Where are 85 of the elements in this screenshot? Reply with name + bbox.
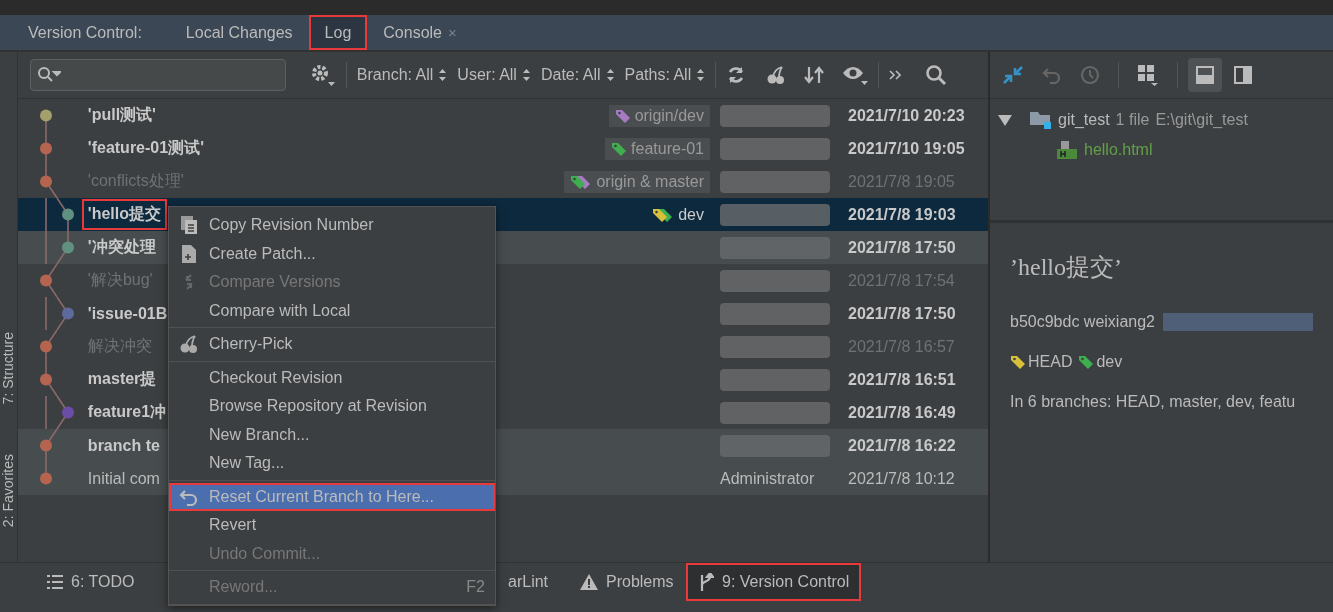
commit-hash-author: b50c9bdc weixiang2	[1010, 313, 1155, 331]
side-tool-tab[interactable]: 2: Favorites	[0, 454, 17, 528]
file-name: hello.html	[1084, 141, 1153, 159]
html-file-icon	[1056, 140, 1078, 160]
tree-node[interactable]: hello.html	[998, 135, 1325, 165]
menu-item[interactable]: Checkout Revision	[169, 363, 495, 392]
commit-date: 2021/7/8 16:49	[848, 403, 957, 422]
commit-title: ’hello提交’	[1010, 253, 1123, 282]
tag-icon	[570, 173, 593, 190]
search-icon	[36, 66, 61, 84]
menu-item[interactable]: Browse Repository at Revision	[169, 392, 495, 421]
folder-icon	[1030, 110, 1052, 130]
branch-icon	[698, 573, 714, 591]
commit-date: 2021/7/8 16:51	[848, 370, 957, 389]
warning-icon	[580, 574, 598, 590]
search-icon[interactable]	[925, 64, 948, 86]
tab[interactable]: Local Changes	[169, 15, 309, 50]
tree-node[interactable]: git_test 1 file E:\git\git_test	[998, 105, 1325, 135]
filter-dropdown[interactable]: User: All	[457, 66, 531, 84]
commit-date: 2021/7/8 17:50	[848, 238, 957, 257]
file-count: 1 file	[1115, 111, 1150, 129]
cherry-icon	[179, 334, 199, 355]
commit-author: Administrator	[720, 469, 816, 488]
commit-date: 2021/7/8 19:03	[848, 205, 957, 224]
commit-subject: 'hello提交	[81, 199, 167, 230]
folder-path: E:\git\git_test	[1155, 111, 1248, 129]
filter-dropdown[interactable]: Branch: All	[356, 66, 448, 84]
undo-icon	[179, 487, 199, 506]
filter-dropdown[interactable]: Paths: All	[624, 66, 706, 84]
tab[interactable]: Console ×	[367, 15, 473, 50]
commit-subject: 'feature-01测试'	[86, 138, 205, 158]
tag-icon	[611, 140, 628, 157]
tool-window-label: Version Control:	[28, 23, 142, 42]
commit-subject: master提	[86, 369, 158, 389]
search-field[interactable]	[29, 59, 286, 91]
branch-label: origin & master	[564, 170, 710, 193]
commit-date: 2021/7/8 16:22	[848, 436, 957, 455]
commit-subject: '冲突处理	[86, 237, 157, 257]
branch-label: origin/dev	[608, 104, 710, 127]
tag-icon	[652, 206, 675, 223]
filter-dropdown[interactable]: Date: All	[540, 66, 615, 84]
branch-label: dev	[646, 203, 710, 226]
branch-label: dev	[1078, 353, 1123, 371]
settings-icon[interactable]	[309, 63, 336, 87]
tool-window-button[interactable]: 6: TODO	[35, 563, 147, 601]
commit-subject: feature1冲	[86, 402, 168, 422]
branches-text: In 6 branches: HEAD, master, dev, featu	[1010, 393, 1297, 411]
sort-arrows-icon	[521, 68, 531, 82]
layout-bottom-icon[interactable]	[1188, 58, 1222, 92]
menu-item[interactable]: Revert	[169, 511, 495, 540]
commit-date: 2021/7/10 20:23	[848, 106, 966, 125]
sort-arrows-icon	[696, 68, 706, 82]
commit-date: 2021/7/10 19:05	[848, 139, 966, 158]
sort-arrows-icon	[605, 68, 615, 82]
expand-arrow-icon[interactable]	[998, 114, 1012, 126]
tag-icon	[614, 107, 631, 124]
commit-subject: branch te	[86, 435, 161, 456]
side-tool-tab[interactable]: 7: Structure	[0, 332, 17, 405]
cherry-icon[interactable]	[766, 65, 787, 85]
commit-subject: 'issue-01B	[86, 303, 169, 324]
tool-window-button[interactable]: Problems	[568, 563, 686, 601]
tag-icon	[1010, 354, 1026, 370]
layout-side-icon[interactable]	[1234, 66, 1252, 84]
copy-icon	[180, 215, 198, 236]
branch-label: feature-01	[605, 137, 710, 160]
menu-item[interactable]: Compare with Local	[169, 296, 495, 325]
tool-window-button[interactable]: 9: Version Control	[686, 563, 862, 601]
tag-icon	[1078, 354, 1095, 370]
sort-arrows-icon	[438, 68, 448, 82]
more-icon[interactable]	[889, 69, 902, 81]
commit-subject: 'pull测试'	[86, 105, 157, 125]
commit-date: 2021/7/8 17:50	[848, 304, 957, 323]
tool-window-button[interactable]: arLint	[496, 563, 561, 601]
sort-icon[interactable]	[804, 65, 827, 85]
tab[interactable]: Log	[308, 15, 368, 50]
collapse-arrows-icon[interactable]	[1002, 65, 1024, 85]
branch-label: HEAD	[1010, 353, 1073, 371]
eye-icon[interactable]	[842, 64, 869, 86]
list-icon	[47, 575, 63, 589]
folder-name: git_test	[1058, 111, 1110, 129]
group-by-icon[interactable]	[1137, 64, 1159, 86]
patch-file-icon	[181, 243, 197, 264]
commit-subject: Initial com	[86, 468, 161, 489]
menu-item[interactable]: Cherry-Pick	[169, 330, 495, 359]
commit-date: 2021/7/8 10:12	[848, 469, 956, 488]
